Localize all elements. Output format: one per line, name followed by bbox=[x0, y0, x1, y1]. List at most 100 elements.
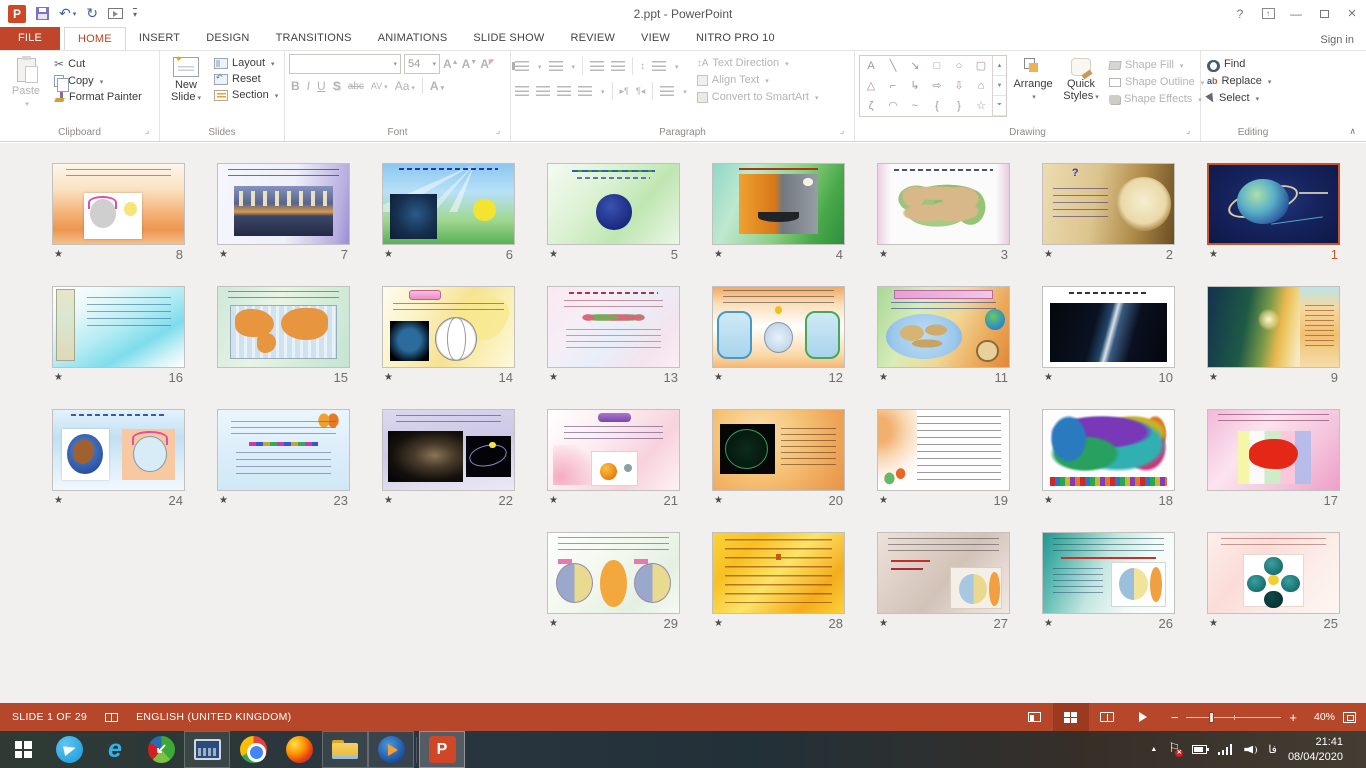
paste-button[interactable]: Paste bbox=[4, 54, 48, 111]
action-center-flag-icon[interactable]: ✕ bbox=[1168, 743, 1181, 756]
shape-glyph-icon[interactable]: { bbox=[935, 101, 939, 112]
slide-thumbnail-12[interactable] bbox=[712, 286, 845, 368]
shape-glyph-icon[interactable]: ⇨ bbox=[932, 81, 941, 92]
character-spacing-button[interactable]: AV bbox=[371, 81, 388, 91]
slide-thumbnail-29[interactable] bbox=[547, 532, 680, 614]
taskbar-firefox[interactable] bbox=[276, 731, 322, 768]
zoom-level[interactable]: 40% bbox=[1305, 711, 1335, 723]
align-center-button[interactable] bbox=[536, 86, 550, 96]
fit-to-window-button[interactable] bbox=[1343, 712, 1356, 723]
zoom-slider-thumb[interactable] bbox=[1209, 712, 1214, 723]
shape-glyph-icon[interactable]: ○ bbox=[956, 61, 963, 72]
taskbar-file-explorer[interactable] bbox=[322, 731, 368, 768]
align-right-button[interactable] bbox=[557, 86, 571, 96]
numbering-button[interactable] bbox=[549, 61, 563, 71]
clear-formatting-button[interactable]: A◤ bbox=[480, 57, 494, 71]
bullets-button[interactable] bbox=[515, 61, 529, 71]
shape-glyph-icon[interactable]: ↘ bbox=[910, 61, 919, 72]
select-button[interactable]: Select bbox=[1205, 91, 1301, 105]
cut-button[interactable]: ✂Cut bbox=[52, 56, 144, 72]
increase-font-size-button[interactable]: A▲ bbox=[443, 57, 459, 71]
start-from-beginning-button[interactable] bbox=[108, 8, 123, 19]
slide-thumbnail-8[interactable] bbox=[52, 163, 185, 245]
slide-thumbnail-21[interactable] bbox=[547, 409, 680, 491]
gallery-scrollbar[interactable]: ▲▼⏷ bbox=[992, 56, 1006, 116]
minimize-button[interactable]: — bbox=[1282, 0, 1310, 27]
slide-thumbnail-13[interactable] bbox=[547, 286, 680, 368]
arrange-button[interactable]: Arrange bbox=[1011, 54, 1055, 117]
redo-button[interactable]: ↻ bbox=[86, 5, 98, 22]
zoom-slider[interactable] bbox=[1186, 717, 1281, 718]
slide-thumbnail-18[interactable] bbox=[1042, 409, 1175, 491]
taskbar-chrome[interactable] bbox=[230, 731, 276, 768]
left-to-right-button[interactable]: ▸¶ bbox=[620, 86, 629, 97]
slide-thumbnail-25[interactable] bbox=[1207, 532, 1340, 614]
save-button[interactable] bbox=[36, 7, 49, 20]
shape-glyph-icon[interactable]: A bbox=[867, 61, 874, 72]
normal-view-button[interactable] bbox=[1017, 703, 1053, 731]
shape-glyph-icon[interactable]: ⌐ bbox=[890, 81, 896, 92]
font-dialog-launcher-icon[interactable] bbox=[496, 129, 505, 138]
italic-button[interactable]: I bbox=[307, 79, 310, 93]
network-signal-icon[interactable] bbox=[1218, 744, 1233, 755]
undo-button[interactable]: ↶ bbox=[59, 5, 76, 22]
shape-glyph-icon[interactable]: } bbox=[957, 101, 961, 112]
sign-in-link[interactable]: Sign in bbox=[1320, 34, 1354, 46]
align-left-button[interactable] bbox=[515, 86, 529, 96]
show-hidden-icons-button[interactable]: ▲ bbox=[1150, 746, 1157, 753]
shape-effects-button[interactable]: Shape Effects bbox=[1107, 92, 1206, 106]
line-spacing-button[interactable]: ↕ bbox=[640, 61, 645, 72]
slide-thumbnail-20[interactable] bbox=[712, 409, 845, 491]
slide-thumbnail-28[interactable] bbox=[712, 532, 845, 614]
slide-thumbnail-19[interactable] bbox=[877, 409, 1010, 491]
slide-sorter-view-button[interactable] bbox=[1053, 703, 1089, 731]
language-indicator[interactable]: ENGLISH (UNITED KINGDOM) bbox=[136, 711, 291, 723]
font-size-combobox[interactable]: 54 bbox=[404, 54, 440, 74]
language-switcher[interactable]: فا bbox=[1268, 743, 1277, 756]
tab-slide-show[interactable]: SLIDE SHOW bbox=[460, 27, 557, 50]
right-to-left-button[interactable]: ¶◂ bbox=[636, 86, 645, 97]
slide-thumbnail-27[interactable] bbox=[877, 532, 1010, 614]
collapse-ribbon-button[interactable]: ∧ bbox=[1349, 126, 1356, 137]
tab-view[interactable]: VIEW bbox=[628, 27, 683, 50]
slide-thumbnail-3[interactable] bbox=[877, 163, 1010, 245]
shape-glyph-icon[interactable]: ☆ bbox=[976, 101, 986, 112]
shape-glyph-icon[interactable]: △ bbox=[867, 81, 875, 92]
copy-button[interactable]: Copy bbox=[52, 74, 144, 88]
align-text-button[interactable]: Align Text bbox=[695, 73, 821, 87]
layout-button[interactable]: Layout bbox=[212, 56, 280, 70]
bold-button[interactable]: B bbox=[291, 79, 300, 93]
slide-thumbnail-11[interactable] bbox=[877, 286, 1010, 368]
slide-thumbnail-22[interactable] bbox=[382, 409, 515, 491]
slide-thumbnail-23[interactable] bbox=[217, 409, 350, 491]
slide-thumbnail-16[interactable] bbox=[52, 286, 185, 368]
text-shadow-button[interactable]: S bbox=[333, 79, 341, 93]
taskbar-remote-desktop[interactable] bbox=[184, 731, 230, 768]
shape-glyph-icon[interactable]: ⇩ bbox=[954, 81, 963, 92]
slide-thumbnail-17[interactable] bbox=[1207, 409, 1340, 491]
start-button[interactable] bbox=[0, 731, 46, 768]
tab-nitro-pro-10[interactable]: NITRO PRO 10 bbox=[683, 27, 788, 50]
shape-glyph-icon[interactable]: ▢ bbox=[976, 61, 986, 72]
taskbar-internet-explorer[interactable]: e bbox=[92, 731, 138, 768]
shape-glyph-icon[interactable]: ╲ bbox=[890, 61, 897, 72]
tab-insert[interactable]: INSERT bbox=[126, 27, 193, 50]
convert-to-smartart-button[interactable]: Convert to SmartArt bbox=[695, 90, 821, 104]
slide-thumbnail-14[interactable] bbox=[382, 286, 515, 368]
shape-glyph-icon[interactable]: ζ bbox=[869, 101, 874, 112]
tab-review[interactable]: REVIEW bbox=[557, 27, 628, 50]
shape-glyph-icon[interactable]: ~ bbox=[912, 101, 918, 112]
tab-animations[interactable]: ANIMATIONS bbox=[365, 27, 461, 50]
reading-view-button[interactable] bbox=[1089, 703, 1125, 731]
zoom-out-button[interactable]: − bbox=[1171, 710, 1179, 725]
help-button[interactable]: ? bbox=[1226, 0, 1254, 27]
taskbar-clock[interactable]: 21:41 08/04/2020 bbox=[1288, 735, 1343, 764]
taskbar-media-player[interactable] bbox=[368, 731, 414, 768]
underline-button[interactable]: U bbox=[317, 79, 326, 93]
shape-glyph-icon[interactable]: □ bbox=[934, 61, 941, 72]
shape-fill-button[interactable]: Shape Fill bbox=[1107, 58, 1206, 72]
font-name-combobox[interactable] bbox=[289, 54, 401, 74]
clipboard-dialog-launcher-icon[interactable] bbox=[145, 129, 154, 138]
taskbar-powerpoint[interactable]: P bbox=[419, 731, 465, 768]
reset-button[interactable]: Reset bbox=[212, 72, 280, 86]
